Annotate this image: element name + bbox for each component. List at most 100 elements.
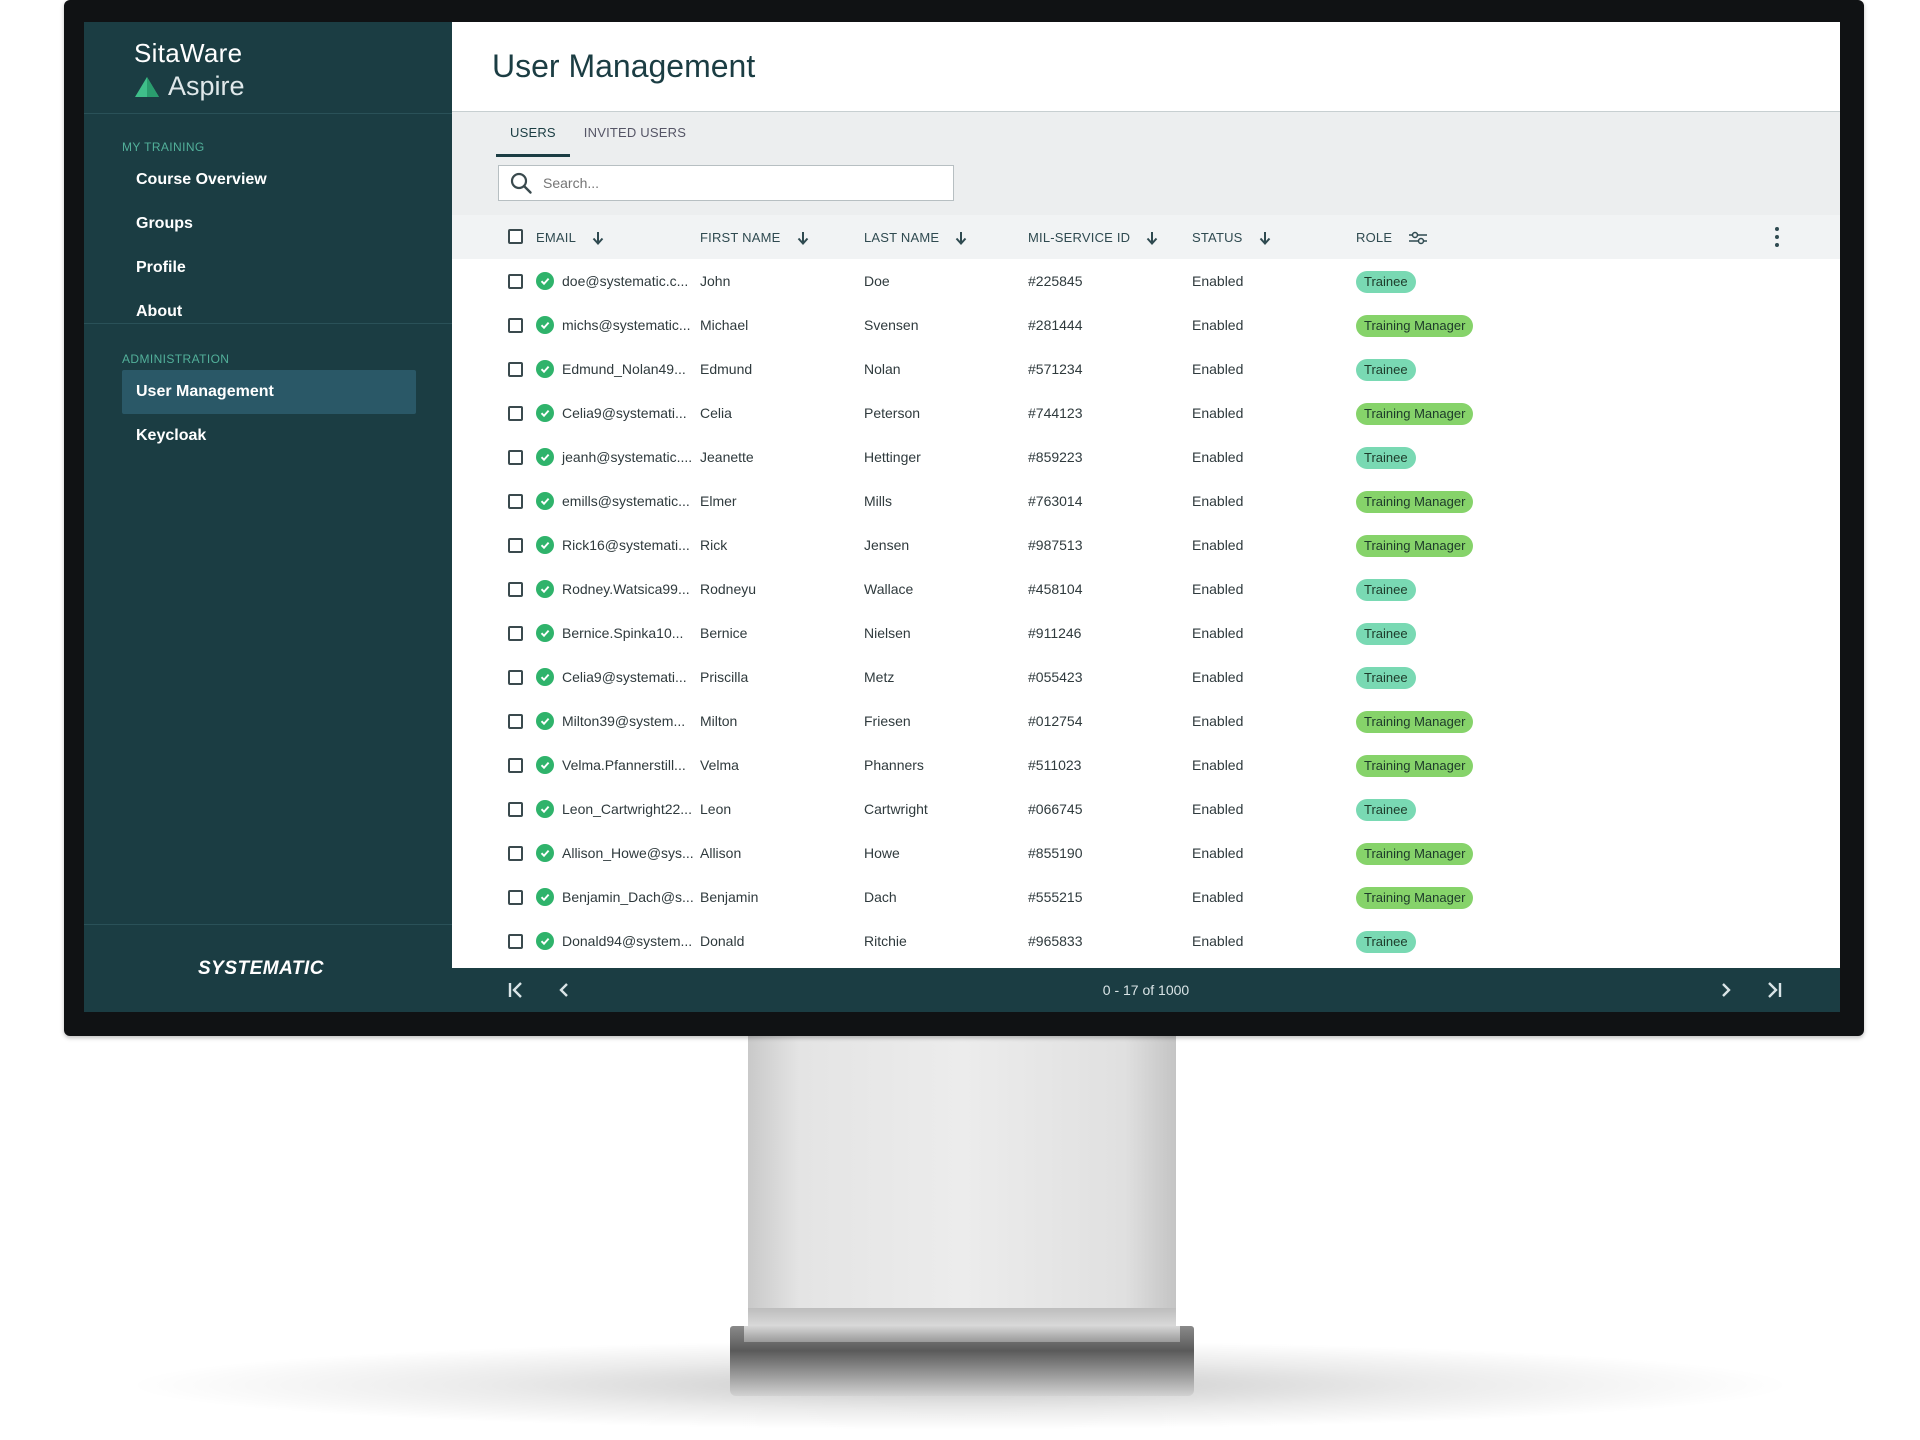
sort-arrow-icon[interactable] (584, 231, 604, 245)
last-name-cell: Svensen (864, 317, 919, 333)
status-cell: Enabled (1192, 273, 1244, 289)
row-checkbox[interactable] (508, 406, 523, 421)
status-cell: Enabled (1192, 625, 1244, 641)
enabled-check-icon (536, 624, 554, 642)
email-cell: Donald94@system... (562, 933, 693, 949)
role-cell: Trainee (1356, 655, 1416, 699)
column-header-status[interactable]: STATUS (1192, 230, 1271, 245)
last-name-cell: Doe (864, 273, 890, 289)
service-id-cell: #911246 (1028, 625, 1082, 641)
first-name-cell: Rick (700, 537, 728, 553)
role-badge: Trainee (1356, 579, 1416, 601)
monitor-stand (748, 1036, 1176, 1326)
status-cell: Enabled (1192, 713, 1244, 729)
last-name-cell: Nielsen (864, 625, 911, 641)
search-input[interactable] (543, 175, 923, 191)
column-header-email[interactable]: EMAIL (536, 230, 604, 245)
enabled-check-icon (536, 932, 554, 950)
table-row[interactable]: Benjamin_Dach@s... Benjamin Dach #555215 Ena… (452, 875, 1840, 919)
sidebar-item-groups[interactable]: Groups (84, 202, 452, 246)
role-badge: Training Manager (1356, 491, 1474, 513)
last-name-cell: Howe (864, 845, 900, 861)
table-row[interactable]: Celia9@systemati... Celia Peterson #744123 E… (452, 391, 1840, 435)
tab-invited-users[interactable]: INVITED USERS (570, 112, 700, 157)
row-checkbox[interactable] (508, 450, 523, 465)
table-row[interactable]: Donald94@system... Donald Ritchie #965833 En… (452, 919, 1840, 963)
email-cell: Bernice.Spinka10... (562, 625, 684, 641)
row-checkbox[interactable] (508, 538, 523, 553)
table-row[interactable]: Velma.Pfannerstill... Velma Phanners #51102… (452, 743, 1840, 787)
status-cell: Enabled (1192, 361, 1244, 377)
table-row[interactable]: Bernice.Spinka10... Bernice Nielsen #911246… (452, 611, 1840, 655)
column-header-role[interactable]: ROLE (1356, 230, 1428, 245)
column-header-last-name[interactable]: LAST NAME (864, 230, 967, 245)
email-cell: Benjamin_Dach@s... (562, 889, 694, 905)
sidebar-item-keycloak[interactable]: Keycloak (84, 414, 452, 458)
row-checkbox[interactable] (508, 274, 523, 289)
status-cell: Enabled (1192, 845, 1244, 861)
row-checkbox[interactable] (508, 670, 523, 685)
row-checkbox[interactable] (508, 758, 523, 773)
email-cell: emills@systematic... (562, 493, 690, 509)
role-badge: Trainee (1356, 667, 1416, 689)
row-checkbox[interactable] (508, 714, 523, 729)
sort-arrow-icon[interactable] (789, 231, 809, 245)
row-checkbox[interactable] (508, 582, 523, 597)
table-row[interactable]: Rick16@systemati... Rick Jensen #987513 Enab… (452, 523, 1840, 567)
role-badge: Training Manager (1356, 887, 1474, 909)
row-checkbox[interactable] (508, 846, 523, 861)
sort-arrow-icon[interactable] (1138, 231, 1158, 245)
row-checkbox[interactable] (508, 802, 523, 817)
row-checkbox[interactable] (508, 934, 523, 949)
first-name-cell: Edmund (700, 361, 753, 377)
column-header-first-name[interactable]: FIRST NAME (700, 230, 809, 245)
role-badge: Trainee (1356, 271, 1416, 293)
table-row[interactable]: Allison_Howe@sys... Allison Howe #855190 Ena… (452, 831, 1840, 875)
enabled-check-icon (536, 800, 554, 818)
column-header-mil-service-id[interactable]: MIL-SERVICE ID (1028, 230, 1158, 245)
sort-arrow-icon[interactable] (1251, 231, 1271, 245)
first-name-cell: Rodneyu (700, 581, 757, 597)
table-row[interactable]: Rodney.Watsica99... Rodneyu Wallace #458104… (452, 567, 1840, 611)
search-icon (510, 172, 532, 194)
last-page-icon[interactable] (1762, 978, 1786, 1002)
main-content: User Management USERSINVITED USERS EMAIL… (452, 22, 1840, 1012)
last-name-cell: Wallace (864, 581, 914, 597)
table-row[interactable]: doe@systematic.c... John Doe #225845 Enabled… (452, 259, 1840, 303)
tab-users[interactable]: USERS (496, 112, 570, 157)
row-checkbox[interactable] (508, 626, 523, 641)
table-row[interactable]: Milton39@system... Milton Friesen #012754 En… (452, 699, 1840, 743)
last-name-cell: Ritchie (864, 933, 907, 949)
table-row[interactable]: Celia9@systemati... Priscilla Metz #055423 E… (452, 655, 1840, 699)
column-header-label: ROLE (1356, 230, 1393, 245)
email-cell: Celia9@systemati... (562, 405, 687, 421)
table-row[interactable]: michs@systematic... Michael Svensen #281444… (452, 303, 1840, 347)
next-page-icon[interactable] (1714, 978, 1738, 1002)
sort-arrow-icon[interactable] (947, 231, 967, 245)
enabled-check-icon (536, 492, 554, 510)
search-field[interactable] (498, 165, 954, 201)
page-header: User Management (452, 22, 1840, 112)
first-name-cell: Leon (700, 801, 732, 817)
row-checkbox[interactable] (508, 318, 523, 333)
sidebar-item-user-management[interactable]: User Management (122, 370, 416, 414)
status-cell: Enabled (1192, 449, 1244, 465)
select-all-checkbox[interactable] (508, 229, 523, 244)
email-cell: Leon_Cartwright22... (562, 801, 692, 817)
table-row[interactable]: Leon_Cartwright22... Leon Cartwright #06674… (452, 787, 1840, 831)
sidebar-item-profile[interactable]: Profile (84, 246, 452, 290)
row-checkbox[interactable] (508, 494, 523, 509)
table-row[interactable]: Edmund_Nolan49... Edmund Nolan #571234 Enabl… (452, 347, 1840, 391)
row-checkbox[interactable] (508, 890, 523, 905)
filter-icon[interactable] (1400, 231, 1428, 245)
sidebar-item-course-overview[interactable]: Course Overview (84, 158, 452, 202)
table-row[interactable]: emills@systematic... Elmer Mills #763014 Ena… (452, 479, 1840, 523)
service-id-cell: #012754 (1028, 713, 1083, 729)
status-cell: Enabled (1192, 493, 1244, 509)
row-checkbox[interactable] (508, 362, 523, 377)
more-options-icon[interactable] (1774, 227, 1780, 247)
tab-bar: USERS INVITED USERS (452, 112, 1840, 157)
service-id-cell: #281444 (1028, 317, 1083, 333)
table-row[interactable]: jeanh@systematic.... Jeanette Hettinger #85… (452, 435, 1840, 479)
role-cell: Trainee (1356, 259, 1416, 303)
